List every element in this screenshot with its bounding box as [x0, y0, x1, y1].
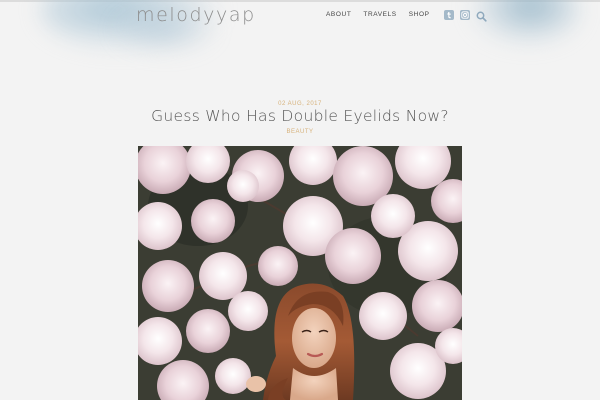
nav-item-shop[interactable]: SHOP — [409, 11, 430, 19]
tumblr-icon[interactable] — [443, 10, 454, 20]
main-nav: ABOUT TRAVELS SHOP — [326, 9, 487, 22]
post-title[interactable]: Guess Who Has Double Eyelids Now? — [0, 107, 600, 125]
nav-item-travels[interactable]: TRAVELS — [363, 11, 396, 19]
featured-image[interactable] — [138, 146, 462, 400]
nav-item-about[interactable]: ABOUT — [326, 11, 351, 19]
social-links — [443, 9, 487, 22]
watercolor-decoration-right — [470, 0, 580, 45]
page: melodyyap ABOUT TRAVELS SHOP 02 AUG, 201… — [0, 0, 600, 400]
post-category[interactable]: BEAUTY — [0, 129, 600, 135]
cherry-blossom-portrait-illustration — [138, 146, 462, 400]
site-logo[interactable]: melodyyap — [136, 4, 256, 26]
search-icon[interactable] — [476, 9, 487, 22]
instagram-icon[interactable] — [459, 10, 470, 20]
